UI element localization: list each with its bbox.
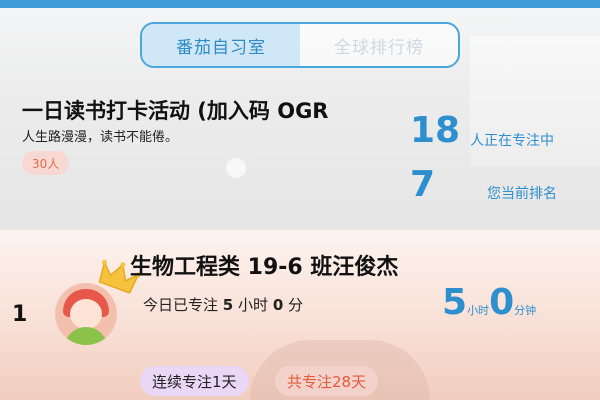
- leader-name: 生物工程类 19-6 班汪俊杰: [130, 255, 399, 280]
- focus-minutes-unit: 分钟: [514, 304, 537, 317]
- leader-focus-time: 5小时0分钟: [442, 282, 536, 323]
- member-count-badge: 30人: [22, 151, 70, 175]
- focusing-label: 人正在专注中: [470, 133, 554, 149]
- focusing-count: 18: [410, 110, 461, 151]
- avatar-face: [70, 299, 102, 329]
- today-focus-text: 今日已专注 5 小时 0 分: [143, 294, 303, 315]
- today-focus-prefix: 今日已专注: [143, 296, 219, 314]
- tab-study-room[interactable]: 番茄自习室: [142, 24, 300, 66]
- current-rank-label: 您当前排名: [487, 186, 557, 202]
- focus-hours-unit: 小时: [467, 304, 490, 317]
- today-focus-hours: 5: [222, 296, 234, 314]
- focus-hours-value: 5: [442, 282, 468, 323]
- current-rank-value: 7: [410, 164, 436, 205]
- top-status-bar: [0, 0, 600, 8]
- focus-minutes-value: 0: [489, 282, 515, 323]
- room-description: 人生路漫漫，读书不能倦。: [22, 130, 179, 145]
- total-focus-chip: 共专注28天: [275, 366, 379, 396]
- today-focus-minutes: 0: [272, 296, 284, 314]
- today-focus-minutes-unit: 分: [288, 296, 304, 314]
- room-title: 一日读书打卡活动 (加入码 OGR: [22, 99, 329, 123]
- background-lamp: [226, 158, 246, 178]
- today-focus-hours-unit: 小时: [238, 296, 269, 314]
- avatar-body: [64, 327, 108, 345]
- tab-bar: 番茄自习室 全球排行榜: [140, 22, 460, 68]
- tab-global-leaderboard[interactable]: 全球排行榜: [300, 24, 458, 66]
- streak-chip: 连续专注1天: [140, 366, 249, 396]
- leader-rank-number: 1: [12, 302, 28, 327]
